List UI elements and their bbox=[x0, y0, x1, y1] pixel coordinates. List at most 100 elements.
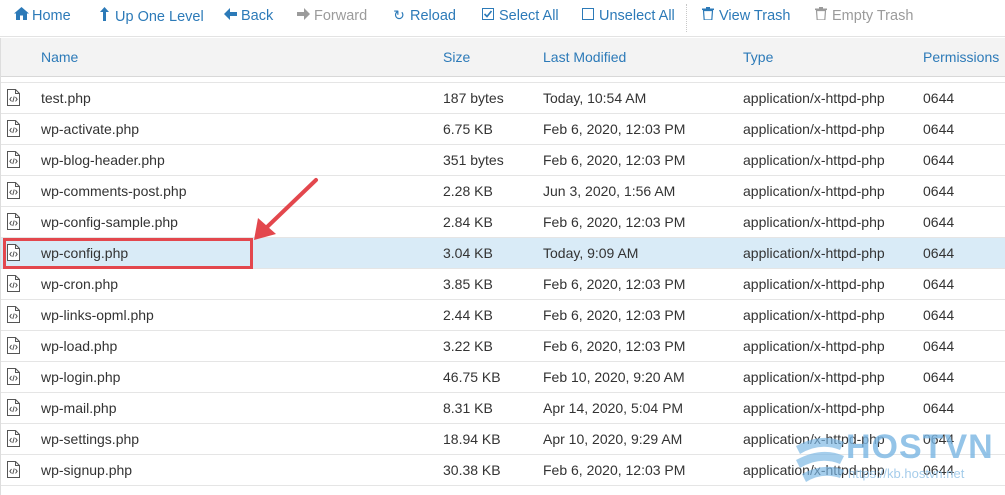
file-manager-toolbar: Home Up One Level Back Forward ↻ Reload S… bbox=[0, 0, 1005, 37]
php-file-icon bbox=[7, 120, 20, 137]
table-row[interactable]: wp-activate.php 6.75 KB Feb 6, 2020, 12:03… bbox=[1, 114, 1005, 145]
file-type: application/x-httpd-php bbox=[743, 400, 885, 416]
php-file-icon bbox=[7, 275, 20, 292]
file-permissions: 0644 bbox=[923, 307, 955, 323]
file-name[interactable]: wp-cron.php bbox=[41, 276, 118, 292]
trash-icon bbox=[701, 7, 715, 23]
table-row[interactable]: wp-login.php 46.75 KB Feb 10, 2020, 9:20 A… bbox=[1, 362, 1005, 393]
column-header-permissions[interactable]: Permissions bbox=[923, 49, 999, 65]
file-type: application/x-httpd-php bbox=[743, 276, 885, 292]
file-size: 2.44 KB bbox=[443, 307, 493, 323]
php-file-icon bbox=[7, 368, 20, 385]
file-permissions: 0644 bbox=[923, 276, 955, 292]
php-file-icon bbox=[7, 213, 20, 230]
file-modified: Feb 6, 2020, 12:03 PM bbox=[543, 307, 686, 323]
file-type: application/x-httpd-php bbox=[743, 214, 885, 230]
file-permissions: 0644 bbox=[923, 183, 955, 199]
table-row[interactable]: wp-mail.php 8.31 KB Apr 14, 2020, 5:04 PM a… bbox=[1, 393, 1005, 424]
file-size: 3.85 KB bbox=[443, 276, 493, 292]
column-header-name[interactable]: Name bbox=[41, 49, 78, 65]
table-row[interactable]: wp-blog-header.php 351 bytes Feb 6, 2020, … bbox=[1, 145, 1005, 176]
file-modified: Feb 6, 2020, 12:03 PM bbox=[543, 338, 686, 354]
file-size: 3.04 KB bbox=[443, 245, 493, 261]
column-header-last-modified[interactable]: Last Modified bbox=[543, 49, 626, 65]
php-file-icon bbox=[7, 461, 20, 478]
file-name[interactable]: wp-load.php bbox=[41, 338, 117, 354]
table-row[interactable]: wp-comments-post.php 2.28 KB Jun 3, 2020, … bbox=[1, 176, 1005, 207]
file-type: application/x-httpd-php bbox=[743, 121, 885, 137]
select-all-button[interactable]: Select All bbox=[481, 7, 559, 24]
table-row[interactable]: wp-links-opml.php 2.44 KB Feb 6, 2020, 12:… bbox=[1, 300, 1005, 331]
table-row[interactable]: wp-config-sample.php 2.84 KB Feb 6, 2020, … bbox=[1, 207, 1005, 238]
unselect-all-button[interactable]: Unselect All bbox=[581, 7, 675, 24]
checkbox-empty-icon bbox=[581, 7, 595, 23]
file-modified: Feb 10, 2020, 9:20 AM bbox=[543, 369, 685, 385]
file-size: 3.22 KB bbox=[443, 338, 493, 354]
table-row[interactable]: wp-cron.php 3.85 KB Feb 6, 2020, 12:03 PM a… bbox=[1, 269, 1005, 300]
file-modified: Feb 6, 2020, 12:03 PM bbox=[543, 121, 686, 137]
php-file-icon bbox=[7, 306, 20, 323]
column-header-type[interactable]: Type bbox=[743, 49, 773, 65]
file-list-table: Name Size Last Modified Type Permissions… bbox=[0, 38, 1005, 495]
back-button[interactable]: Back bbox=[223, 7, 273, 24]
php-file-icon bbox=[7, 430, 20, 447]
checkbox-checked-icon bbox=[481, 7, 495, 23]
watermark-brand: HOSTVN bbox=[846, 428, 994, 466]
table-row[interactable]: wp-config.php 3.04 KB Today, 9:09 AM applic… bbox=[1, 238, 1005, 269]
file-permissions: 0644 bbox=[923, 245, 955, 261]
file-type: application/x-httpd-php bbox=[743, 369, 885, 385]
watermark-url: https://kb.hostvn.net bbox=[848, 466, 965, 481]
reload-icon: ↻ bbox=[393, 7, 405, 23]
file-size: 8.31 KB bbox=[443, 400, 493, 416]
file-type: application/x-httpd-php bbox=[743, 90, 885, 106]
file-name[interactable]: wp-signup.php bbox=[41, 462, 132, 478]
php-file-icon bbox=[7, 182, 20, 199]
file-type: application/x-httpd-php bbox=[743, 245, 885, 261]
level-up-icon bbox=[97, 7, 111, 24]
file-name[interactable]: test.php bbox=[41, 90, 91, 106]
file-modified: Feb 6, 2020, 12:03 PM bbox=[543, 152, 686, 168]
file-type: application/x-httpd-php bbox=[743, 307, 885, 323]
file-name[interactable]: wp-config-sample.php bbox=[41, 214, 178, 230]
file-name[interactable]: wp-settings.php bbox=[41, 431, 139, 447]
file-size: 46.75 KB bbox=[443, 369, 501, 385]
table-row[interactable]: wp-load.php 3.22 KB Feb 6, 2020, 12:03 PM a… bbox=[1, 331, 1005, 362]
view-trash-button[interactable]: View Trash bbox=[701, 7, 790, 24]
up-one-level-button[interactable]: Up One Level bbox=[97, 7, 204, 25]
trash-icon bbox=[814, 7, 828, 23]
file-modified: Feb 6, 2020, 12:03 PM bbox=[543, 214, 686, 230]
file-permissions: 0644 bbox=[923, 369, 955, 385]
home-icon bbox=[14, 7, 29, 23]
php-file-icon bbox=[7, 89, 20, 106]
file-size: 30.38 KB bbox=[443, 462, 501, 478]
table-row[interactable]: test.php 187 bytes Today, 10:54 AM applicat… bbox=[1, 83, 1005, 114]
table-header: Name Size Last Modified Type Permissions bbox=[1, 38, 1005, 77]
file-name[interactable]: wp-comments-post.php bbox=[41, 183, 187, 199]
file-name[interactable]: wp-activate.php bbox=[41, 121, 139, 137]
php-file-icon bbox=[7, 244, 20, 261]
file-name[interactable]: wp-login.php bbox=[41, 369, 120, 385]
file-size: 2.28 KB bbox=[443, 183, 493, 199]
file-name[interactable]: wp-links-opml.php bbox=[41, 307, 154, 323]
arrow-left-icon bbox=[223, 7, 237, 23]
file-permissions: 0644 bbox=[923, 338, 955, 354]
home-button[interactable]: Home bbox=[14, 7, 71, 24]
reload-button[interactable]: ↻ Reload bbox=[392, 7, 456, 24]
file-modified: Feb 6, 2020, 12:03 PM bbox=[543, 276, 686, 292]
file-permissions: 0644 bbox=[923, 214, 955, 230]
file-size: 6.75 KB bbox=[443, 121, 493, 137]
file-size: 2.84 KB bbox=[443, 214, 493, 230]
php-file-icon bbox=[7, 151, 20, 168]
file-name[interactable]: wp-blog-header.php bbox=[41, 152, 165, 168]
toolbar-divider bbox=[686, 4, 687, 32]
file-name[interactable]: wp-config.php bbox=[41, 245, 128, 261]
file-modified: Feb 6, 2020, 12:03 PM bbox=[543, 462, 686, 478]
file-size: 187 bytes bbox=[443, 90, 504, 106]
empty-trash-button[interactable]: Empty Trash bbox=[814, 7, 913, 24]
file-name[interactable]: wp-mail.php bbox=[41, 400, 116, 416]
file-permissions: 0644 bbox=[923, 152, 955, 168]
column-header-size[interactable]: Size bbox=[443, 49, 470, 65]
file-type: application/x-httpd-php bbox=[743, 183, 885, 199]
file-modified: Today, 10:54 AM bbox=[543, 90, 647, 106]
forward-button[interactable]: Forward bbox=[296, 7, 367, 24]
